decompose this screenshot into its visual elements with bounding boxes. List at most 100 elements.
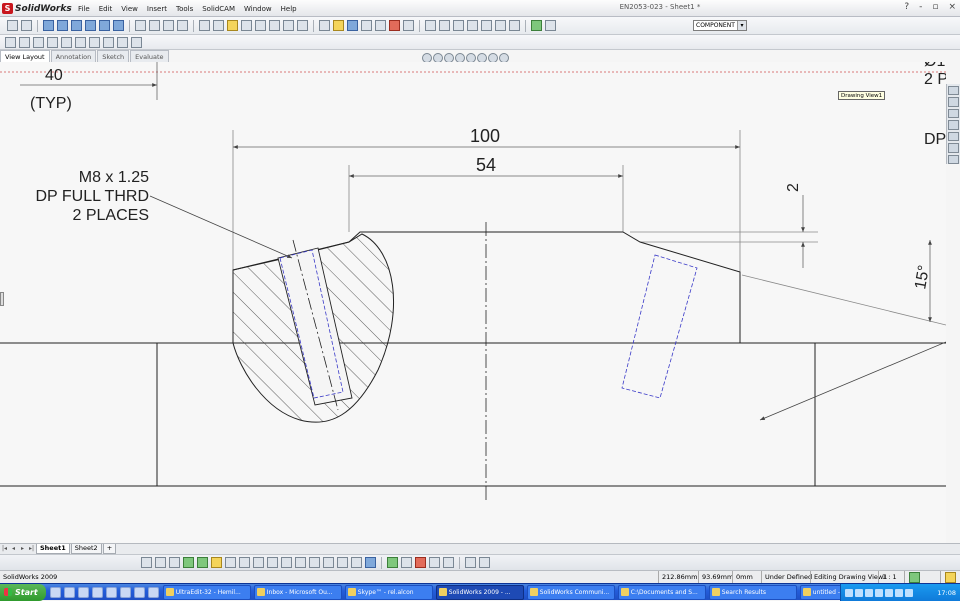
hide-edge-icon[interactable]	[495, 20, 506, 31]
table-icon[interactable]	[297, 20, 308, 31]
taskbar-button-ultraedit[interactable]: UltraEdit-32 - Hemil...	[162, 584, 251, 600]
new-icon[interactable]	[319, 20, 330, 31]
media-player-icon[interactable]	[77, 586, 89, 598]
tab-sheet2[interactable]: Sheet2	[70, 544, 102, 554]
taskbar-button-skype[interactable]: Skype™ - rel.alcon	[344, 584, 433, 600]
line-icon[interactable]	[43, 20, 54, 31]
tray-icon[interactable]	[865, 588, 873, 597]
print-icon[interactable]	[361, 20, 372, 31]
calculator-icon[interactable]	[119, 586, 131, 598]
tray-icon[interactable]	[855, 588, 863, 597]
detail-view-icon[interactable]	[61, 36, 72, 48]
tray-icon[interactable]	[905, 588, 913, 597]
line-style-icon[interactable]	[481, 20, 492, 31]
explorer-icon[interactable]	[105, 586, 117, 598]
surface-finish-icon[interactable]	[227, 20, 238, 31]
chevron-down-icon[interactable]: ▾	[737, 21, 746, 30]
tray-icon[interactable]	[845, 588, 853, 597]
line-thickness-icon[interactable]	[467, 20, 478, 31]
browser-icon[interactable]	[63, 586, 75, 598]
line-color-icon[interactable]	[453, 20, 464, 31]
menu-help[interactable]: Help	[281, 5, 297, 13]
auxiliary-view-icon[interactable]	[33, 36, 44, 48]
tray-icon[interactable]	[875, 588, 883, 597]
close-button[interactable]: ×	[948, 2, 956, 12]
solidworks-logo[interactable]: S SolidWorks	[2, 2, 72, 15]
open-icon[interactable]	[333, 20, 344, 31]
last-sheet-icon[interactable]: ▸|	[27, 545, 36, 553]
auto-balloon-icon[interactable]	[183, 557, 194, 568]
component-select[interactable]: COMPONENT ▾	[693, 20, 747, 31]
rectangle-icon[interactable]	[57, 20, 68, 31]
block-icon[interactable]	[323, 557, 334, 568]
status-scale[interactable]: 1 : 1	[878, 571, 897, 583]
appearances-icon[interactable]	[948, 143, 959, 153]
view-palette-icon[interactable]	[948, 131, 959, 142]
datum-icon[interactable]	[269, 20, 280, 31]
balloon-icon[interactable]	[213, 20, 224, 31]
search-icon[interactable]	[948, 120, 959, 130]
mirror-icon[interactable]	[177, 20, 188, 31]
standard-views-icon[interactable]	[117, 36, 128, 48]
geometric-tolerance-icon[interactable]	[239, 557, 250, 568]
first-sheet-icon[interactable]: |◂	[0, 545, 9, 553]
line-format-icon[interactable]	[439, 20, 450, 31]
alternate-position-icon[interactable]	[103, 36, 114, 48]
next-sheet-icon[interactable]: ▸	[18, 545, 27, 553]
smart-dimension-icon[interactable]	[141, 557, 152, 568]
hole-callout-icon[interactable]	[281, 557, 292, 568]
taskbar-button-solidworks[interactable]: SolidWorks 2009 - ...	[435, 584, 524, 600]
magnetic-line-icon[interactable]	[197, 557, 208, 568]
tray-icon[interactable]	[895, 588, 903, 597]
line-style-icon[interactable]	[479, 557, 490, 568]
table-icon[interactable]	[365, 557, 376, 568]
offset-icon[interactable]	[163, 20, 174, 31]
tray-icon[interactable]	[885, 588, 893, 597]
undo-icon[interactable]	[375, 20, 386, 31]
revision-symbol-icon[interactable]	[295, 557, 306, 568]
circle-icon[interactable]	[71, 20, 82, 31]
status-rebuild-icon[interactable]	[940, 571, 957, 583]
group-icon[interactable]	[545, 20, 556, 31]
area-hatch-icon[interactable]	[309, 557, 320, 568]
arc-icon[interactable]	[85, 20, 96, 31]
menu-window[interactable]: Window	[244, 5, 272, 13]
crop-view-icon[interactable]	[89, 36, 100, 48]
center-mark-icon[interactable]	[337, 557, 348, 568]
spline-icon[interactable]	[99, 20, 110, 31]
save-icon[interactable]	[347, 20, 358, 31]
minimize-button[interactable]: -	[919, 2, 922, 12]
model-view-icon[interactable]	[5, 36, 16, 48]
menu-tools[interactable]: Tools	[176, 5, 193, 13]
layer-icon[interactable]	[425, 20, 436, 31]
note-icon[interactable]	[155, 557, 166, 568]
start-button[interactable]: Start	[0, 583, 46, 601]
status-help-icon[interactable]	[904, 571, 921, 583]
macro-edit-icon[interactable]	[429, 557, 440, 568]
datum-feature-icon[interactable]	[253, 557, 264, 568]
menu-file[interactable]: File	[78, 5, 90, 13]
section-view-icon[interactable]	[47, 36, 58, 48]
taskbar-button-search[interactable]: Search Results	[708, 584, 797, 600]
weld-symbol-icon[interactable]	[241, 20, 252, 31]
taskbar-button-outlook[interactable]: Inbox - Microsoft Ou...	[253, 584, 342, 600]
record-icon[interactable]	[415, 557, 426, 568]
options-icon[interactable]	[403, 20, 414, 31]
file-explorer-icon[interactable]	[948, 108, 959, 119]
centerline-icon[interactable]	[351, 557, 362, 568]
tab-sheet1[interactable]: Sheet1	[36, 544, 70, 554]
home-icon[interactable]	[948, 86, 959, 96]
layer-icon[interactable]	[465, 557, 476, 568]
help-button[interactable]: ?	[904, 2, 909, 12]
drawing-view-svg[interactable]: 40 (TYP) 100 54 2 15° M8 x 1.25 DP FULL …	[0, 62, 946, 543]
add-sheet-icon[interactable]: +	[102, 544, 117, 554]
select-icon[interactable]	[7, 20, 18, 31]
taskbar-button-documents[interactable]: C:\Documents and S...	[617, 584, 706, 600]
menu-insert[interactable]: Insert	[147, 5, 167, 13]
hole-callout-icon[interactable]	[255, 20, 266, 31]
balloon-icon[interactable]	[169, 557, 180, 568]
play-icon[interactable]	[387, 557, 398, 568]
smart-dimension-icon[interactable]	[21, 20, 32, 31]
prev-sheet-icon[interactable]: ◂	[9, 545, 18, 553]
center-mark-icon[interactable]	[283, 20, 294, 31]
